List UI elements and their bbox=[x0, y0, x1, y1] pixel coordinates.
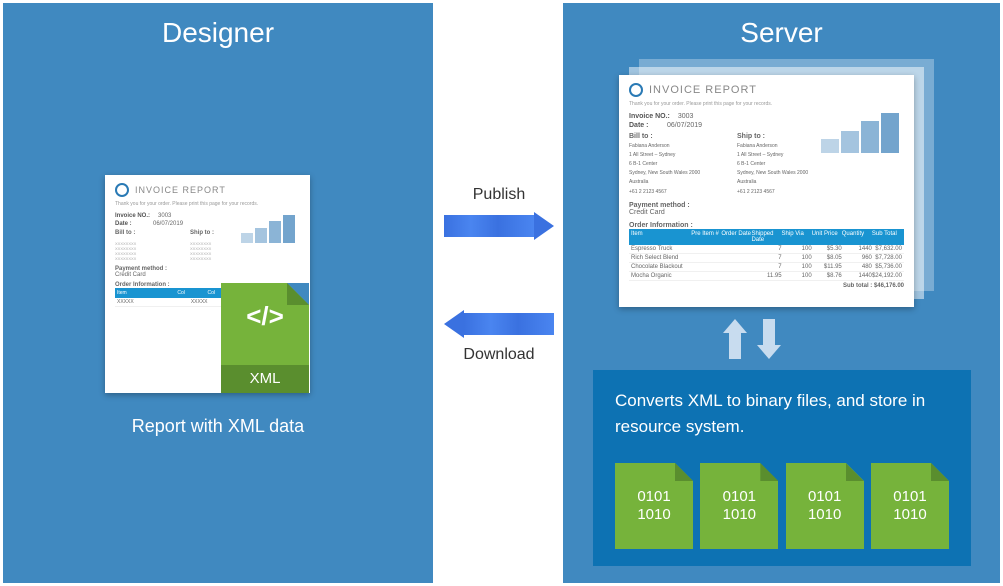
binary-files-row: 0101 1010 0101 1010 0101 1010 0101 1010 bbox=[615, 463, 949, 549]
invoice-table-header: ItemPre Item #Order DateShipped DateShip… bbox=[629, 229, 904, 245]
binary-storage-box: Converts XML to binary files, and store … bbox=[593, 370, 971, 566]
server-report-preview: INVOICE REPORT Thank you for your order.… bbox=[619, 75, 914, 307]
invoice-title: INVOICE REPORT bbox=[135, 185, 226, 195]
sync-arrows bbox=[723, 319, 781, 359]
arrow-down-icon bbox=[757, 319, 781, 359]
table-row: Rich Select Blend7100$8.05960$7,728.00 bbox=[629, 254, 904, 263]
binary-file-icon: 0101 1010 bbox=[615, 463, 693, 549]
designer-title: Designer bbox=[3, 17, 433, 49]
publish-arrow-icon bbox=[444, 212, 554, 240]
server-title: Server bbox=[563, 17, 1000, 49]
server-panel: Server INVOICE REPORT Thank you for your… bbox=[563, 3, 1000, 583]
designer-caption: Report with XML data bbox=[3, 416, 433, 437]
xml-label: XML bbox=[221, 365, 309, 393]
table-row: Mocha Organic11.95100$8.761440$24,192.00 bbox=[629, 272, 904, 281]
invoice-bar-chart bbox=[821, 113, 899, 153]
download-label: Download bbox=[436, 346, 562, 364]
table-row: Espresso Truck7100$5.301440$7,632.00 bbox=[629, 245, 904, 254]
designer-panel: Designer INVOICE REPORT Thank you for yo… bbox=[3, 3, 433, 583]
invoice-title: INVOICE REPORT bbox=[649, 84, 757, 96]
arrow-area: Publish Download bbox=[436, 186, 562, 364]
binary-file-icon: 0101 1010 bbox=[786, 463, 864, 549]
invoice-logo-icon bbox=[629, 83, 643, 97]
binary-box-text: Converts XML to binary files, and store … bbox=[615, 388, 949, 439]
binary-file-icon: 0101 1010 bbox=[871, 463, 949, 549]
binary-file-icon: 0101 1010 bbox=[700, 463, 778, 549]
invoice-subtitle: Thank you for your order. Please print t… bbox=[115, 201, 300, 207]
table-row: Chocolate Blackout7100$11.95480$5,736.00 bbox=[629, 263, 904, 272]
download-arrow-icon bbox=[444, 310, 554, 338]
invoice-logo-icon bbox=[115, 183, 129, 197]
publish-label: Publish bbox=[436, 186, 562, 204]
invoice-bar-chart bbox=[241, 213, 295, 243]
xml-file-icon: </> XML bbox=[221, 283, 309, 393]
invoice-subtitle: Thank you for your order. Please print t… bbox=[629, 101, 904, 107]
arrow-up-icon bbox=[723, 319, 747, 359]
invoice-content: INVOICE REPORT Thank you for your order.… bbox=[619, 75, 914, 297]
code-icon: </> bbox=[246, 301, 284, 332]
